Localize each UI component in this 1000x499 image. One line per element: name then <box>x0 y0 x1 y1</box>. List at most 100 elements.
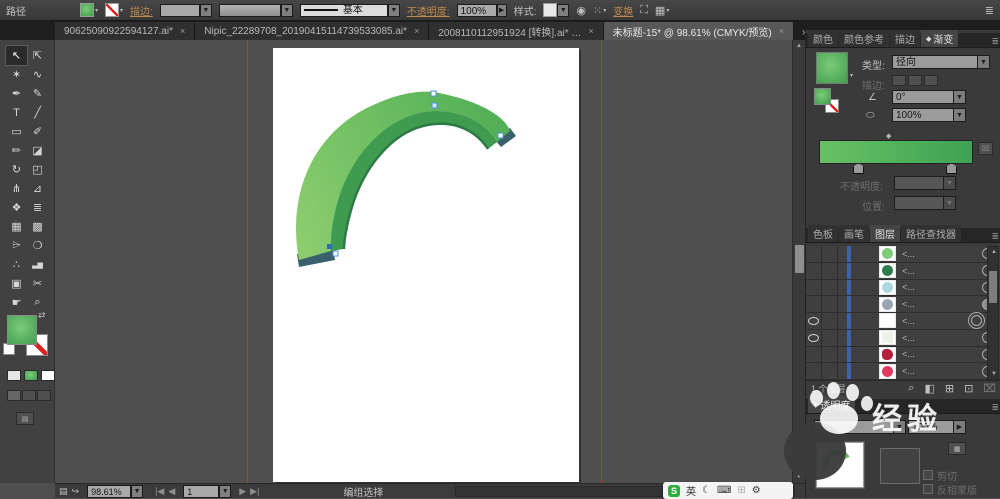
zoom-dropdown[interactable]: ▼ <box>131 485 143 498</box>
graph-tool[interactable]: ▃▆ <box>27 255 48 274</box>
scroll-up-icon[interactable]: ▲ <box>793 40 805 52</box>
document-setup-icon[interactable]: ◉ <box>576 4 586 17</box>
locate-object-icon[interactable]: ⌕ <box>908 382 914 395</box>
chevron-down-icon[interactable]: ▼ <box>894 420 906 434</box>
lock-cell[interactable] <box>822 246 838 262</box>
layer-label[interactable]: <... <box>902 316 915 326</box>
document-tab[interactable]: 2008110112951924 [转换].ai* … × <box>429 22 603 40</box>
new-sublayer-icon[interactable]: ⊞ <box>945 382 954 395</box>
color-mode-button[interactable] <box>7 370 21 381</box>
panel-menu-icon[interactable]: ≣ <box>991 36 999 47</box>
moon-icon[interactable]: ☾ <box>702 485 711 496</box>
width-tool[interactable]: ⋔ <box>6 179 27 198</box>
lock-cell[interactable] <box>822 363 838 379</box>
ruler-guide-right[interactable] <box>601 40 602 483</box>
chevron-down-icon[interactable]: ▾ <box>850 72 853 79</box>
gradient-preview-swatch[interactable] <box>816 52 848 84</box>
swap-fill-stroke-icon[interactable]: ⇄ <box>38 310 46 321</box>
ime-language-toggle[interactable]: 英 <box>686 483 696 498</box>
tab-color[interactable]: 颜色 <box>808 30 838 47</box>
layer-label[interactable]: <... <box>902 299 915 309</box>
artboard[interactable] <box>273 48 579 482</box>
gradient-mode-button[interactable] <box>24 370 38 381</box>
gradient-type-select[interactable]: 径向 <box>892 55 978 69</box>
close-icon[interactable]: × <box>180 26 185 36</box>
layer-label[interactable]: <... <box>902 333 915 343</box>
visibility-cell[interactable] <box>806 347 822 363</box>
layer-label[interactable]: <... <box>902 366 915 376</box>
layer-row[interactable]: <... <box>806 246 1000 263</box>
delete-layer-icon[interactable]: ⌧ <box>983 382 996 395</box>
ime-toolbar[interactable]: S 英 ☾ ⌨ ⊞ ⚙ <box>663 482 793 499</box>
panel-menu-icon[interactable]: ≣ <box>991 231 999 242</box>
layer-row[interactable]: <... <box>806 347 1000 364</box>
tab-stroke[interactable]: 描边 <box>890 30 920 47</box>
hand-tool[interactable]: ☛ <box>6 293 27 312</box>
arrange-icon[interactable]: ▦▾ <box>655 4 669 17</box>
keyboard-icon[interactable]: ⌨ <box>717 485 731 496</box>
close-icon[interactable]: × <box>588 26 593 36</box>
invert-mask-checkbox[interactable]: 反相蒙版 <box>923 482 977 497</box>
artboard-number-field[interactable]: 1 <box>183 485 219 498</box>
fill-swatch[interactable] <box>80 3 94 17</box>
tab-brushes[interactable]: 画笔 <box>839 225 869 242</box>
style-swatch[interactable] <box>543 3 557 17</box>
tab-layers[interactable]: 图层 <box>870 225 900 242</box>
first-artboard-button[interactable]: |◀ <box>155 486 164 497</box>
scroll-down-icon[interactable]: ▼ <box>988 369 1000 379</box>
symbol-screener-tool[interactable]: ≣ <box>27 198 48 217</box>
blend-tool[interactable]: ❍ <box>27 236 48 255</box>
layer-row[interactable]: <... <box>806 296 1000 313</box>
next-artboard-button[interactable]: ▶ <box>239 486 246 497</box>
delete-stop-icon[interactable]: ⌧ <box>978 142 993 155</box>
visibility-cell[interactable] <box>806 246 822 262</box>
clip-checkbox[interactable]: 剪切 <box>923 468 957 483</box>
layer-label[interactable]: <... <box>902 249 915 259</box>
gradient-angle-field[interactable]: 0° <box>892 90 954 104</box>
shape-builder-tool[interactable]: ❖ <box>6 198 27 217</box>
stroke-within-button[interactable] <box>892 75 906 86</box>
scroll-up-icon[interactable]: ▲ <box>988 247 1000 257</box>
gradient-midpoint-marker[interactable]: ◆ <box>886 132 891 140</box>
layer-row[interactable]: <... <box>806 280 1000 297</box>
perspective-grid-tool[interactable]: ⊿ <box>27 179 48 198</box>
stroke-weight-input[interactable] <box>160 4 200 17</box>
fill-color-well[interactable] <box>7 315 37 345</box>
blend-mode-select[interactable] <box>814 420 894 434</box>
tab-gradient[interactable]: ◆ 渐变 <box>921 30 958 47</box>
lock-cell[interactable] <box>822 347 838 363</box>
scroll-down-icon[interactable]: ▼ <box>793 471 805 483</box>
lasso-tool[interactable]: ∿ <box>27 65 48 84</box>
eyedropper-tool[interactable]: ⌲ <box>6 236 27 255</box>
gradient-tool[interactable]: ▩ <box>27 217 48 236</box>
target-icon[interactable] <box>971 315 982 326</box>
scroll-thumb[interactable] <box>795 245 804 273</box>
arc-artwork[interactable] <box>273 48 579 482</box>
tab-swatches[interactable]: 色板 <box>808 225 838 242</box>
object-thumbnail[interactable] <box>816 442 864 488</box>
lock-cell[interactable] <box>822 313 838 329</box>
chevron-down-icon[interactable]: ▼ <box>978 55 990 69</box>
panel-menu-icon[interactable]: ≣ <box>991 402 999 413</box>
slice-tool[interactable]: ✂ <box>27 274 48 293</box>
close-icon[interactable]: × <box>414 26 419 36</box>
visibility-cell[interactable] <box>806 296 822 312</box>
style-dropdown[interactable]: ▼ <box>557 4 569 17</box>
magic-wand-tool[interactable]: ✶ <box>6 65 27 84</box>
layer-row[interactable]: <... <box>806 263 1000 280</box>
visibility-cell[interactable] <box>806 363 822 379</box>
transform-link[interactable]: 变换 <box>613 3 633 18</box>
line-tool[interactable]: ╱ <box>27 103 48 122</box>
draw-normal-button[interactable] <box>7 390 21 401</box>
gradient-aspect-field[interactable]: 100% <box>892 108 954 122</box>
transparency-opacity-field[interactable]: 100% <box>908 420 954 434</box>
layers-scrollbar[interactable]: ▲ ▼ <box>987 246 999 380</box>
cs-live-icon[interactable]: ▤ <box>59 486 68 497</box>
brush-dropdown[interactable]: ▼ <box>388 4 400 17</box>
width-profile-dropdown[interactable]: ▼ <box>281 4 293 17</box>
document-tab-active[interactable]: 未标题-15* @ 98.61% (CMYK/预览) × <box>604 22 794 40</box>
fill-color-control[interactable]: ▾ <box>80 3 98 17</box>
pen-tool[interactable]: ✒ <box>6 84 27 103</box>
stroke-along-button[interactable] <box>908 75 922 86</box>
free-transform-tool[interactable]: ◰ <box>27 160 48 179</box>
